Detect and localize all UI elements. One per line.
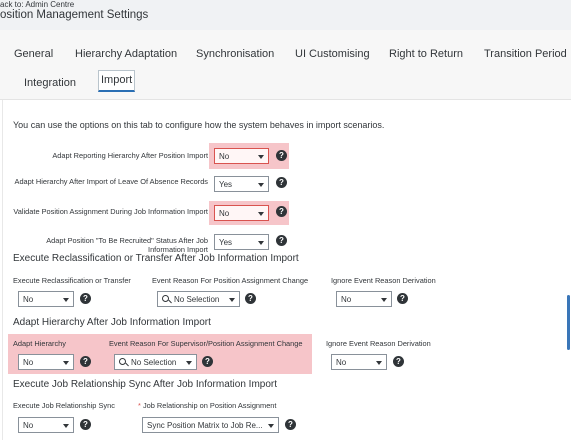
tab-right-to-return[interactable]: Right to Return — [389, 48, 463, 60]
adapt-hierarchy-leave-select[interactable]: Yes — [214, 176, 269, 192]
search-icon — [119, 358, 126, 365]
adapt-hierarchy-leave-label: Adapt Hierarchy After Import of Leave Of… — [14, 177, 208, 186]
help-icon[interactable]: ? — [285, 419, 296, 430]
chevron-down-icon — [229, 298, 235, 302]
ignore-event-reason-value: No — [336, 358, 347, 367]
adapt-to-be-recruited-label: Adapt Position "To Be Recruited" Status … — [46, 236, 208, 254]
adapt-hierarchy-leave-value: Yes — [219, 180, 233, 189]
adapt-to-be-recruited-select[interactable]: Yes — [214, 234, 269, 250]
adapt-to-be-recruited-value: Yes — [219, 238, 233, 247]
ignore-event-reason-select[interactable]: No — [336, 291, 392, 307]
execute-reclassification-select[interactable]: No — [18, 291, 74, 307]
tab-hierarchy-adaptation[interactable]: Hierarchy Adaptation — [75, 48, 177, 60]
help-icon[interactable]: ? — [245, 293, 256, 304]
chevron-down-icon — [258, 155, 264, 159]
adapt-hierarchy-label: Adapt Hierarchy — [13, 339, 66, 348]
validate-assignment-label: Validate Position Assignment During Job … — [13, 207, 208, 216]
tab-integration[interactable]: Integration — [24, 77, 76, 89]
tab-import[interactable]: Import — [98, 70, 136, 92]
help-icon[interactable]: ? — [276, 150, 287, 161]
scroll-indicator[interactable] — [567, 295, 570, 350]
reclassification-section-title: Execute Reclassification or Transfer Aft… — [13, 253, 299, 264]
event-reason-assignment-value: No Selection — [174, 295, 220, 304]
chevron-down-icon — [63, 298, 69, 302]
help-icon[interactable]: ? — [202, 356, 213, 367]
job-relationship-position-label: * Job Relationship on Position Assignmen… — [138, 401, 276, 410]
validate-assignment-select[interactable]: No — [214, 205, 269, 221]
chevron-down-icon — [376, 361, 382, 365]
adapt-reporting-hierarchy-label: Adapt Reporting Hierarchy After Position… — [52, 151, 208, 160]
job-relationship-position-value: Sync Position Matrix to Job Re... — [147, 421, 263, 430]
top-header: ack to: Admin Centre osition Management … — [0, 0, 571, 30]
chevron-down-icon — [381, 298, 387, 302]
execute-job-relationship-sync-select[interactable]: No — [18, 417, 74, 433]
help-icon[interactable]: ? — [276, 177, 287, 188]
adapt-hierarchy-section-title: Adapt Hierarchy After Job Information Im… — [13, 317, 211, 328]
event-reason-supervisor-value: No Selection — [131, 358, 177, 367]
intro-text: You can use the options on this tab to c… — [13, 120, 385, 130]
chevron-down-icon — [268, 424, 274, 428]
adapt-hierarchy-value: No — [23, 358, 34, 367]
tab-synchronisation[interactable]: Synchronisation — [196, 48, 274, 60]
execute-job-relationship-sync-value: No — [23, 421, 34, 430]
execute-reclassification-value: No — [23, 295, 34, 304]
chevron-down-icon — [186, 361, 192, 365]
event-reason-assignment-lookup[interactable]: No Selection — [157, 291, 240, 307]
help-icon[interactable]: ? — [397, 293, 408, 304]
search-icon — [162, 295, 169, 302]
event-reason-assignment-label: Event Reason For Position Assignment Cha… — [152, 276, 309, 285]
event-reason-supervisor-lookup[interactable]: No Selection — [114, 354, 197, 370]
job-relationship-position-label-text: Job Relationship on Position Assignment — [142, 401, 277, 410]
tab-general[interactable]: General — [14, 48, 53, 60]
help-icon[interactable]: ? — [276, 206, 287, 217]
job-relationship-sync-section-title: Execute Job Relationship Sync After Job … — [13, 379, 278, 390]
adapt-reporting-hierarchy-select[interactable]: No — [214, 148, 269, 164]
ignore-event-reason-label: Ignore Event Reason Derivation — [331, 276, 436, 285]
tab-ui-customising[interactable]: UI Customising — [295, 48, 370, 60]
ignore-event-reason-value: No — [341, 295, 352, 304]
execute-job-relationship-sync-label: Execute Job Relationship Sync — [13, 401, 115, 410]
chevron-down-icon — [258, 241, 264, 245]
adapt-hierarchy-select[interactable]: No — [18, 354, 74, 370]
help-icon[interactable]: ? — [276, 235, 287, 246]
chevron-down-icon — [63, 424, 69, 428]
page-title: osition Management Settings — [0, 9, 149, 21]
help-icon[interactable]: ? — [80, 419, 91, 430]
chevron-down-icon — [258, 183, 264, 187]
ignore-event-reason-label: Ignore Event Reason Derivation — [326, 339, 431, 348]
back-to-admin-centre-link[interactable]: ack to: Admin Centre — [0, 0, 74, 9]
execute-reclassification-label: Execute Reclassification or Transfer — [13, 276, 131, 285]
help-icon[interactable]: ? — [80, 293, 91, 304]
validate-assignment-value: No — [219, 209, 230, 218]
tab-transition-period[interactable]: Transition Period — [484, 48, 567, 60]
settings-tab-bar: General Hierarchy Adaptation Synchronisa… — [0, 30, 571, 100]
required-marker: * — [138, 401, 141, 410]
help-icon[interactable]: ? — [393, 356, 404, 367]
chevron-down-icon — [63, 361, 69, 365]
help-icon[interactable]: ? — [80, 356, 91, 367]
ignore-event-reason-select[interactable]: No — [331, 354, 387, 370]
job-relationship-position-select[interactable]: Sync Position Matrix to Job Re... — [142, 417, 279, 433]
adapt-reporting-hierarchy-value: No — [219, 152, 230, 161]
event-reason-supervisor-label: Event Reason For Supervisor/Position Ass… — [109, 339, 303, 348]
chevron-down-icon — [258, 212, 264, 216]
